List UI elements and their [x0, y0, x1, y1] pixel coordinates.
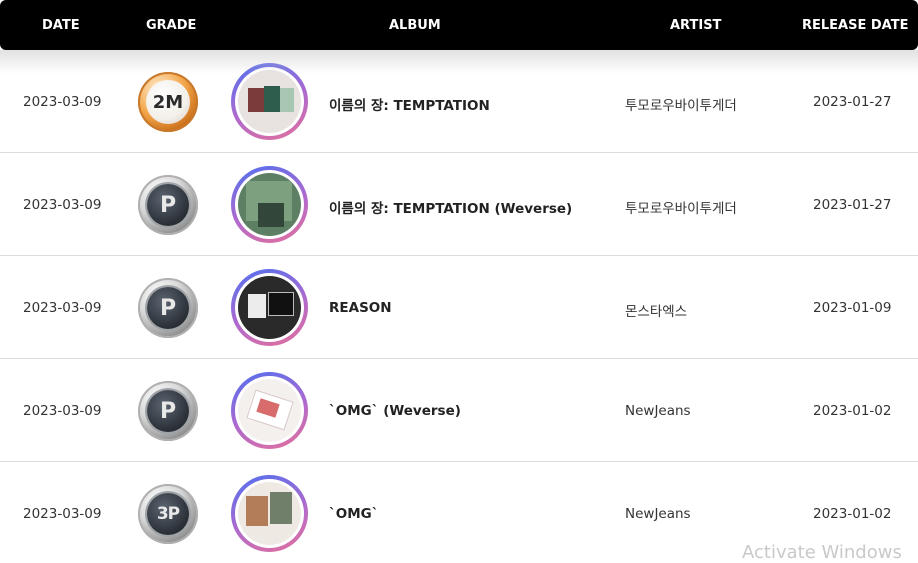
header-artist[interactable]: ARTIST [670, 18, 721, 33]
row-album[interactable]: 이름의 장: TEMPTATION [329, 94, 490, 114]
header-album[interactable]: ALBUM [389, 18, 441, 33]
grade-label: 2M [146, 80, 190, 124]
header-release-date[interactable]: RELEASE DATE [802, 18, 908, 33]
table-header: DATE GRADE ALBUM ARTIST RELEASE DATE [0, 0, 918, 50]
scroll-fade [0, 50, 918, 74]
grade-badge-icon: P [138, 175, 198, 235]
table-row[interactable]: 2023-03-09 P REASON 몬스타엑스 2023-01-09 [0, 256, 918, 359]
grade-label: 3P [147, 493, 189, 535]
grade-label: P [147, 184, 189, 226]
row-artist[interactable]: NewJeans [625, 506, 691, 522]
row-date: 2023-03-09 [23, 506, 102, 522]
album-cover[interactable] [231, 166, 308, 243]
row-release-date: 2023-01-27 [813, 197, 892, 213]
table-row[interactable]: 2023-03-09 P `OMG` (Weverse) NewJeans 20… [0, 359, 918, 462]
grade-badge-icon: P [138, 381, 198, 441]
row-artist[interactable]: NewJeans [625, 403, 691, 419]
row-album[interactable]: 이름의 장: TEMPTATION (Weverse) [329, 197, 572, 217]
grade-badge-icon: 2M [138, 72, 198, 132]
row-artist[interactable]: 투모로우바이투게더 [625, 94, 737, 114]
row-artist[interactable]: 몬스타엑스 [625, 300, 687, 320]
grade-badge-icon: P [138, 278, 198, 338]
header-date[interactable]: DATE [42, 18, 80, 33]
table-row[interactable]: 2023-03-09 P 이름의 장: TEMPTATION (Weverse)… [0, 153, 918, 256]
activation-watermark: Activate Windows [742, 542, 902, 563]
row-date: 2023-03-09 [23, 403, 102, 419]
album-cover[interactable] [231, 269, 308, 346]
row-artist[interactable]: 투모로우바이투게더 [625, 197, 737, 217]
row-release-date: 2023-01-27 [813, 94, 892, 110]
row-date: 2023-03-09 [23, 300, 102, 316]
album-cover[interactable] [231, 63, 308, 140]
header-grade[interactable]: GRADE [146, 18, 196, 33]
row-album[interactable]: `OMG` (Weverse) [329, 403, 461, 419]
grade-label: P [147, 390, 189, 432]
row-album[interactable]: `OMG` [329, 506, 379, 522]
row-release-date: 2023-01-09 [813, 300, 892, 316]
row-album[interactable]: REASON [329, 300, 392, 316]
certification-table: 2023-03-09 2M 이름의 장: TEMPTATION 투모로우바이투게… [0, 50, 918, 563]
album-cover[interactable] [231, 372, 308, 449]
grade-label: P [147, 287, 189, 329]
row-date: 2023-03-09 [23, 197, 102, 213]
row-release-date: 2023-01-02 [813, 403, 892, 419]
grade-badge-icon: 3P [138, 484, 198, 544]
album-cover[interactable] [231, 475, 308, 552]
row-date: 2023-03-09 [23, 94, 102, 110]
row-release-date: 2023-01-02 [813, 506, 892, 522]
